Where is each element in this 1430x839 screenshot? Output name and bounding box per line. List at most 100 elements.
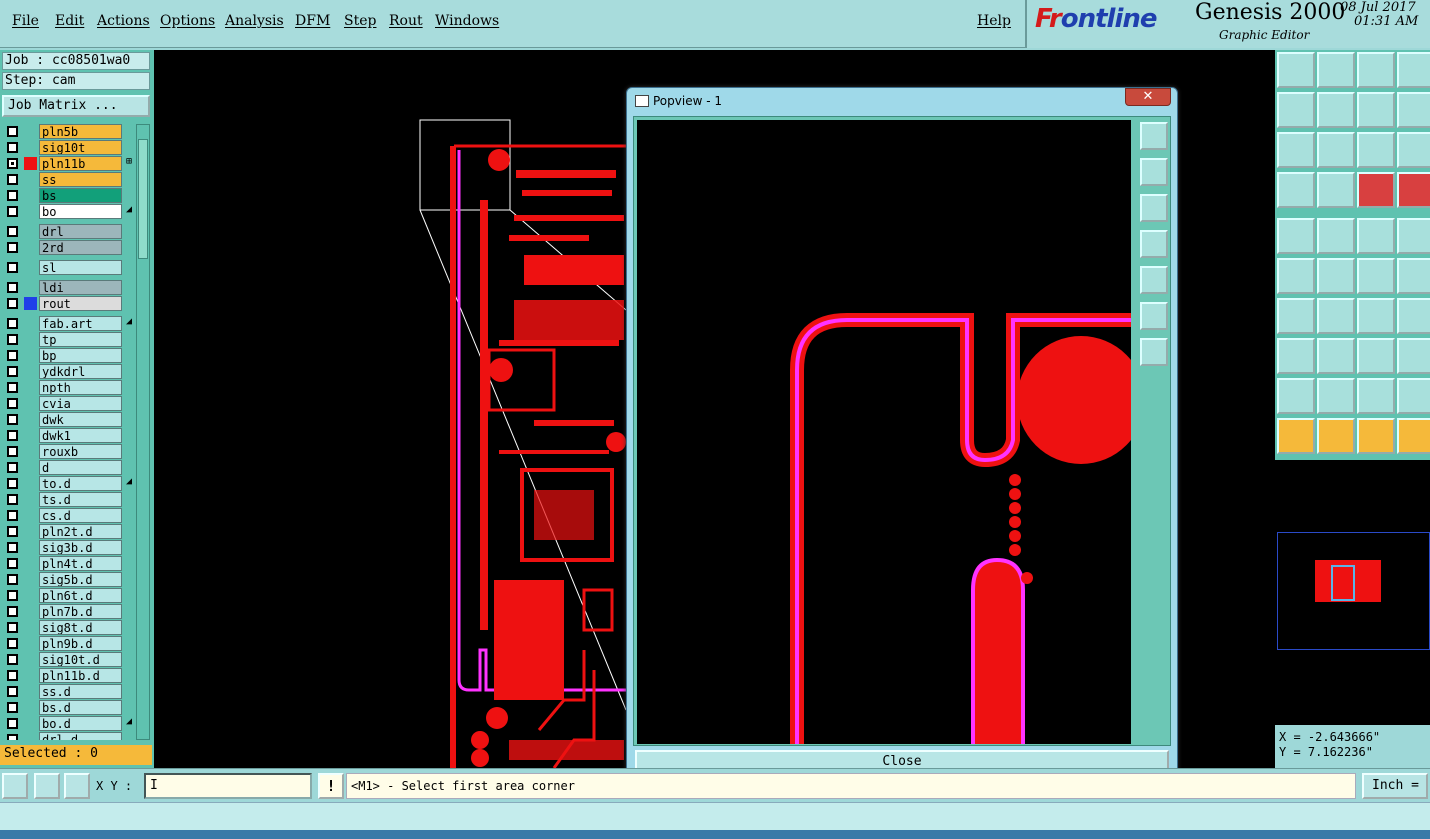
layer-name[interactable]: ss [39,172,122,187]
layer-name[interactable]: npth [39,380,122,395]
layer-checkbox[interactable] [7,190,18,201]
layer-checkbox[interactable] [7,334,18,345]
layer-name[interactable]: drl [39,224,122,239]
layer-name[interactable]: tp [39,332,122,347]
layer-row[interactable]: rouxb [2,444,134,459]
popview-pan-left-button[interactable] [1140,230,1168,258]
layer-row[interactable]: pln11b.d [2,668,134,683]
layer-checkbox[interactable] [7,242,18,253]
layer-checkbox[interactable] [7,734,18,740]
layer-name[interactable]: dwk1 [39,428,122,443]
layer-row[interactable]: npth [2,380,134,395]
traffic-light-alt-icon[interactable] [1397,172,1430,208]
layer-checkbox[interactable] [7,670,18,681]
zoom-home-icon[interactable] [1277,52,1315,88]
layer-row[interactable]: sig10t [2,140,134,155]
menu-options[interactable]: Options [160,13,215,29]
layer-name[interactable]: bp [39,348,122,363]
triangle-up-icon[interactable] [1357,378,1395,414]
popview-window[interactable]: Popview - 1 ✕ Close [626,87,1178,780]
layer-name[interactable]: sl [39,260,122,275]
units-select[interactable]: Inch = [1362,773,1428,799]
layer-name[interactable]: cvia [39,396,122,411]
layer-name[interactable]: pln6t.d [39,588,122,603]
layer-row[interactable]: sig5b.d [2,572,134,587]
layer-row[interactable]: 2rd [2,240,134,255]
layer-row[interactable]: ydkdrl [2,364,134,379]
layer-name[interactable]: cs.d [39,508,122,523]
layer-name[interactable]: pln9b.d [39,636,122,651]
layer-checkbox[interactable] [7,298,18,309]
layer-name[interactable]: pln11b [39,156,122,171]
menu-help[interactable]: Help [977,13,1011,29]
layer-row[interactable]: pln7b.d [2,604,134,619]
arc-icon[interactable] [1357,298,1395,334]
layer-row[interactable]: bo.d ◢ [2,716,134,731]
zoom-center-icon[interactable] [1317,132,1355,168]
pointer-icon[interactable] [1277,418,1315,454]
popview-pan-right-button[interactable] [1140,266,1168,294]
popview-pan-up-button[interactable] [1140,158,1168,186]
layer-row[interactable]: bo ◢ [2,204,134,219]
layer-name[interactable]: rouxb [39,444,122,459]
layer-checkbox[interactable] [7,462,18,473]
draw-line-icon[interactable] [1317,298,1355,334]
layer-row[interactable]: to.d ◢ [2,476,134,491]
layer-row[interactable]: sig10t.d [2,652,134,667]
layer-row[interactable]: d [2,460,134,475]
pan-left-icon[interactable] [1277,92,1315,128]
zoom-window-icon[interactable] [1357,52,1395,88]
layer-row[interactable]: ldi [2,280,134,295]
layer-checkbox[interactable] [7,226,18,237]
scrollbar-thumb[interactable] [138,139,148,259]
layer-name[interactable]: ldi [39,280,122,295]
layer-name[interactable]: pln4t.d [39,556,122,571]
layer-checkbox[interactable] [7,606,18,617]
layer-checkbox[interactable] [7,262,18,273]
layer-checkbox[interactable] [7,574,18,585]
snap-corner-button[interactable] [2,773,28,799]
measure-button[interactable] [34,773,60,799]
layer-name[interactable]: rout [39,296,122,311]
pan-swap-icon[interactable] [1397,92,1430,128]
zoom-1-2-icon[interactable] [1357,132,1395,168]
layer-checkbox[interactable] [7,590,18,601]
layer-checkbox[interactable] [7,282,18,293]
xy-input[interactable]: I [144,773,312,799]
layer-checkbox[interactable] [7,414,18,425]
layer-name[interactable]: d [39,460,122,475]
menu-step[interactable]: Step [344,13,376,29]
layer-row[interactable]: drl.d [2,732,134,740]
layer-row[interactable]: pln2t.d [2,524,134,539]
layer-row[interactable]: ss.d [2,684,134,699]
layer-name[interactable]: sig10t [39,140,122,155]
layer-checkbox[interactable] [7,510,18,521]
layer-row[interactable]: pln6t.d [2,588,134,603]
layer-name[interactable]: sig10t.d [39,652,122,667]
grid-button[interactable] [64,773,90,799]
layer-checkbox[interactable] [7,526,18,537]
overview-zoom-rect[interactable] [1331,565,1355,601]
layer-row[interactable]: tp [2,332,134,347]
grid-icon[interactable] [1317,172,1355,208]
pointer-circle-icon[interactable] [1357,418,1395,454]
layer-checkbox[interactable] [7,446,18,457]
fill-icon[interactable] [1397,298,1430,334]
line-node-icon[interactable] [1357,258,1395,294]
zoom-area-icon[interactable] [1317,52,1355,88]
overview-map[interactable] [1275,460,1430,725]
layer-name[interactable]: bo [39,204,122,219]
layer-row[interactable]: pln5b [2,124,134,139]
dimension-icon[interactable] [1357,338,1395,374]
layer-row[interactable]: cs.d [2,508,134,523]
pointer-box-icon[interactable] [1317,418,1355,454]
job-matrix-button[interactable]: Job Matrix ... [2,95,150,117]
layer-row[interactable]: drl [2,224,134,239]
layer-name[interactable]: sig3b.d [39,540,122,555]
layer-checkbox[interactable] [7,542,18,553]
layer-name[interactable]: fab.art [39,316,122,331]
layer-checkbox[interactable] [7,494,18,505]
ruler-icon[interactable] [1357,218,1395,254]
layer-checkbox[interactable] [7,158,18,169]
layer-row[interactable]: pln11b ⊞ [2,156,134,171]
